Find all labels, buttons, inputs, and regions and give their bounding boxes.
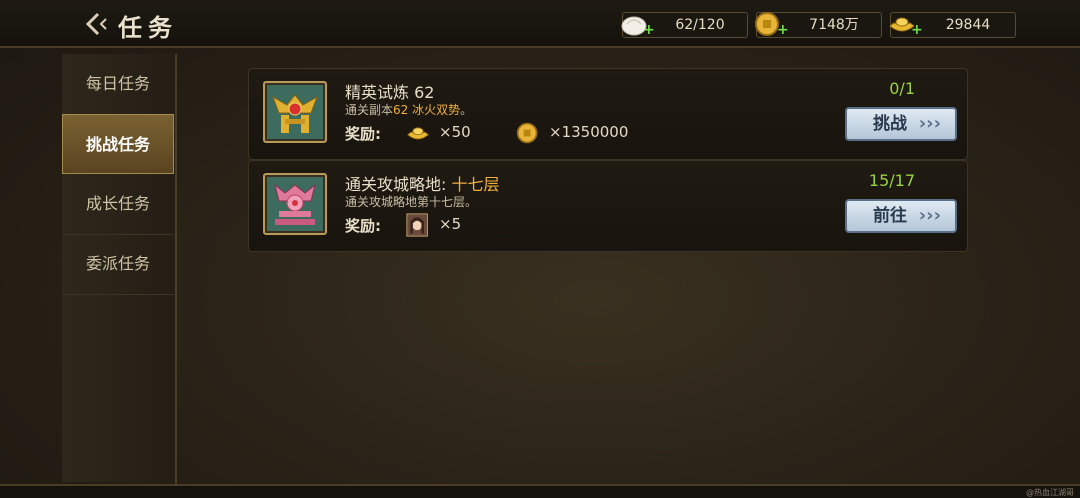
task-card: 精英试炼 62 通关副本62 冰火双势。 奖励: ×50 ×1350000 0/… — [248, 68, 968, 160]
stamina-counter[interactable]: + 62/120 — [621, 12, 748, 38]
button-label: 挑战 — [873, 114, 907, 134]
copper-coin-icon — [516, 122, 538, 144]
tab-dispatch[interactable]: 委派任务 — [62, 234, 174, 295]
chevron-right-icon: ››› — [918, 113, 941, 134]
task-title-text: 通关攻城略地: — [345, 175, 452, 194]
watermark: @热血江湖哥 — [1026, 488, 1074, 497]
sidebar-divider — [175, 54, 177, 484]
top-bar: 任务 + 62/120 + 7148万 + 29844 — [0, 0, 1080, 48]
task-title-highlight: 十七层 — [451, 175, 500, 194]
bottom-bar — [0, 484, 1080, 498]
tab-challenge[interactable]: 挑战任务 — [62, 114, 174, 174]
page-title: 任务 — [118, 14, 178, 42]
tab-growth[interactable]: 成长任务 — [62, 174, 174, 235]
task-description-text: 通关副本 — [345, 103, 394, 117]
task-description: 通关攻城略地第十七层。 — [345, 195, 478, 209]
reward-label: 奖励: — [345, 217, 381, 235]
task-card: 通关攻城略地: 十七层 通关攻城略地第十七层。 奖励: ×5 15/17 前往 … — [248, 160, 968, 252]
goto-button[interactable]: 前往 ››› — [845, 199, 957, 233]
siege-emblem-icon — [263, 173, 327, 235]
tab-daily[interactable]: 每日任务 — [62, 54, 174, 115]
challenge-button[interactable]: 挑战 ››› — [845, 107, 957, 141]
button-label: 前往 — [873, 206, 907, 226]
stamina-value: 62/120 — [675, 17, 725, 33]
task-title: 精英试炼 62 — [345, 83, 435, 102]
gold-ingot-icon — [407, 127, 429, 140]
task-progress: 0/1 — [889, 79, 915, 98]
task-description: 通关副本62 冰火双势。 — [345, 101, 472, 118]
task-category-sidebar: 每日任务 挑战任务 成长任务 委派任务 — [62, 54, 174, 482]
task-progress: 15/17 — [868, 171, 915, 190]
task-description-highlight: 62 冰火双势 — [393, 103, 461, 117]
chevron-right-icon: ››› — [918, 205, 941, 226]
hero-portrait-icon — [406, 213, 428, 237]
reward-amount: ×1350000 — [549, 123, 629, 141]
trial-emblem-icon — [263, 81, 327, 143]
task-title: 通关攻城略地: 十七层 — [345, 171, 500, 195]
reward-amount: ×5 — [439, 215, 462, 233]
reward-label: 奖励: — [345, 125, 381, 143]
gold-counter[interactable]: + 29844 — [889, 12, 1016, 38]
copper-value: 7148万 — [809, 17, 859, 33]
task-description-suffix: 。 — [460, 103, 473, 117]
back-arrow-icon[interactable] — [84, 10, 114, 38]
reward-amount: ×50 — [439, 123, 471, 141]
gold-value: 29844 — [945, 17, 991, 33]
copper-counter[interactable]: + 7148万 — [755, 12, 882, 38]
